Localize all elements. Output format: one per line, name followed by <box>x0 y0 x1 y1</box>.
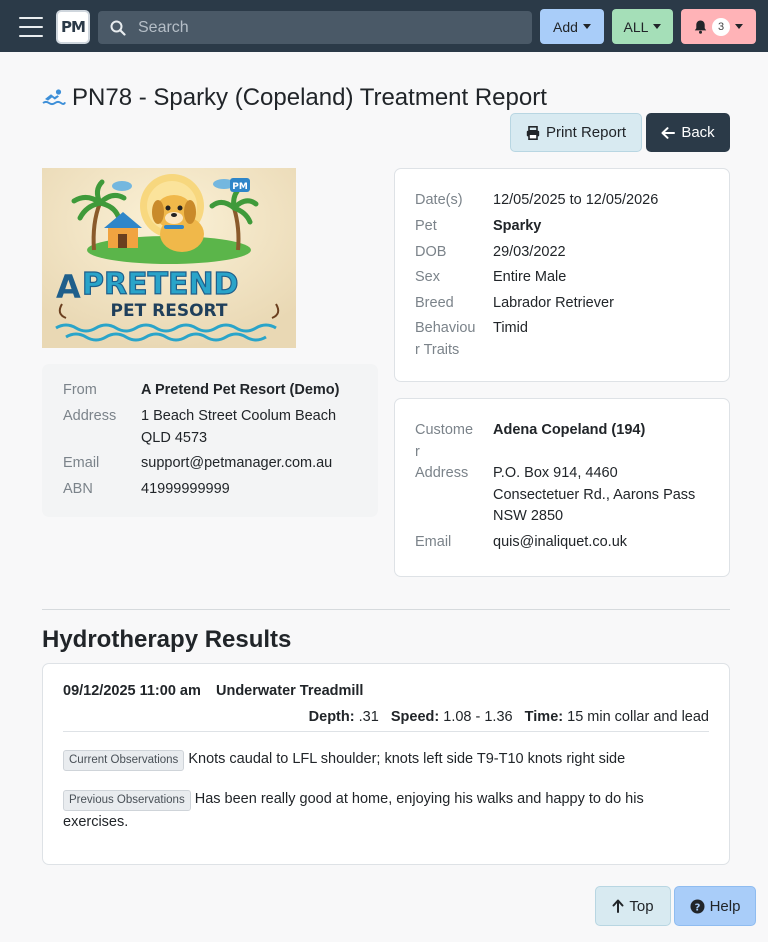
search-box[interactable] <box>98 11 532 44</box>
dates-value: 12/05/2025 to 12/05/2026 <box>493 192 659 208</box>
help-button[interactable]: ? Help <box>674 886 756 926</box>
behaviour-value: Timid <box>493 320 528 336</box>
page-title: PN78 - Sparky (Copeland) Treatment Repor… <box>42 84 547 112</box>
menu-icon[interactable] <box>14 10 48 44</box>
add-button[interactable]: Add <box>540 9 604 44</box>
business-logo-image: PM A PRETEND PET RESORT <box>42 168 296 348</box>
session-datetime: 09/12/2025 11:00 am <box>63 683 201 699</box>
business-address-label: Address <box>63 408 117 424</box>
pet-details-card: Date(s) 12/05/2025 to 12/05/2026 Pet Spa… <box>394 168 730 382</box>
previous-observations-tag: Previous Observations <box>63 790 191 811</box>
logo-text-pet-resort: PET RESORT <box>111 301 228 321</box>
section-divider <box>42 609 730 610</box>
sex-label: Sex <box>415 269 440 285</box>
notification-count-badge: 3 <box>712 17 730 36</box>
printer-icon <box>526 125 540 140</box>
customer-label-line2: r <box>415 444 420 460</box>
business-details-card: From A Pretend Pet Resort (Demo) Address… <box>42 364 378 517</box>
customer-address-label: Address <box>415 465 469 481</box>
arrow-up-icon <box>612 899 624 913</box>
treatment-name: Underwater Treadmill <box>216 683 364 699</box>
business-address-line1: 1 Beach Street Coolum Beach <box>141 408 337 424</box>
customer-label-line1: Custome <box>415 422 474 438</box>
customer-address-line3: NSW 2850 <box>493 508 564 524</box>
sex-value: Entire Male <box>493 269 567 285</box>
back-button[interactable]: Back <box>646 113 730 152</box>
search-input[interactable] <box>138 18 518 37</box>
from-value: A Pretend Pet Resort (Demo) <box>141 382 340 398</box>
hydrotherapy-result-card: 09/12/2025 11:00 am Underwater Treadmill… <box>42 663 730 865</box>
back-label: Back <box>681 124 715 141</box>
logo-text-pretend: PRETEND <box>82 267 239 302</box>
pet-label: Pet <box>415 218 437 234</box>
notifications-button[interactable]: 3 <box>681 9 756 44</box>
dob-value: 29/03/2022 <box>493 244 566 260</box>
behaviour-label-line1: Behaviou <box>415 320 476 336</box>
breed-label: Breed <box>415 295 454 311</box>
logo-badge-text: PM <box>232 182 248 192</box>
customer-email-label: Email <box>415 534 452 550</box>
print-report-button[interactable]: Print Report <box>510 113 642 152</box>
previous-observations-text-line1: Has been really good at home, enjoying h… <box>194 791 644 807</box>
logo-text-a: A <box>56 268 81 306</box>
current-observations-tag: Current Observations <box>63 750 185 771</box>
previous-observations-text-line2: exercises. <box>63 814 129 830</box>
svg-text:?: ? <box>694 902 700 913</box>
customer-email-value: quis@inaliquet.co.uk <box>493 534 628 550</box>
customer-address-line2: Consectetuer Rd., Aarons Pass <box>493 487 696 503</box>
customer-value: Adena Copeland (194) <box>493 422 646 438</box>
business-address-line2: QLD 4573 <box>141 430 208 446</box>
dates-label: Date(s) <box>415 192 463 208</box>
customer-details-card: Custome r Adena Copeland (194) Address P… <box>394 398 730 577</box>
app-logo[interactable]: PM <box>56 10 90 44</box>
page-title-text: PN78 - Sparky (Copeland) Treatment Repor… <box>72 84 547 111</box>
hydrotherapy-section-title: Hydrotherapy Results <box>42 626 292 653</box>
business-email-value: support@petmanager.com.au <box>141 455 333 471</box>
from-label: From <box>63 382 97 398</box>
arrow-left-icon <box>661 126 676 139</box>
business-email-label: Email <box>63 455 100 471</box>
behaviour-label-line2: r Traits <box>415 342 460 358</box>
breed-value: Labrador Retriever <box>493 295 614 311</box>
chevron-down-icon <box>735 24 743 29</box>
search-icon <box>109 19 127 37</box>
top-navbar: PM Add ALL 3 <box>0 0 768 52</box>
add-button-label: Add <box>553 18 578 35</box>
depth-label: Depth: <box>308 709 355 725</box>
location-filter-button[interactable]: ALL <box>612 9 673 44</box>
time-value: 15 min collar and lead <box>567 709 709 725</box>
scroll-top-button[interactable]: Top <box>595 886 671 926</box>
abn-label: ABN <box>63 481 93 497</box>
speed-value: 1.08 - 1.36 <box>443 709 513 725</box>
swimming-icon <box>42 89 66 106</box>
speed-label: Speed: <box>390 709 440 725</box>
current-observations: Current Observations Knots caudal to LFL… <box>63 748 625 771</box>
pet-value: Sparky <box>493 218 542 234</box>
chevron-down-icon <box>653 24 662 29</box>
depth-value: .31 <box>358 709 379 725</box>
print-report-label: Print Report <box>545 124 627 141</box>
help-label: Help <box>709 897 741 915</box>
customer-address-line1: P.O. Box 914, 4460 <box>493 465 618 481</box>
chevron-down-icon <box>582 24 591 29</box>
previous-observations: Previous Observations Has been really go… <box>63 788 644 811</box>
bell-icon <box>694 20 707 34</box>
current-observations-text: Knots caudal to LFL shoulder; knots left… <box>188 751 626 767</box>
scroll-top-label: Top <box>629 897 654 915</box>
question-circle-icon: ? <box>690 899 705 913</box>
dob-label: DOB <box>415 244 447 260</box>
time-label: Time: <box>524 709 564 725</box>
location-filter-label: ALL <box>623 18 649 35</box>
abn-value: 41999999999 <box>141 481 230 497</box>
session-parameters: Depth: .31 Speed: 1.08 - 1.36 Time: 15 m… <box>309 706 709 728</box>
result-divider <box>63 731 709 732</box>
